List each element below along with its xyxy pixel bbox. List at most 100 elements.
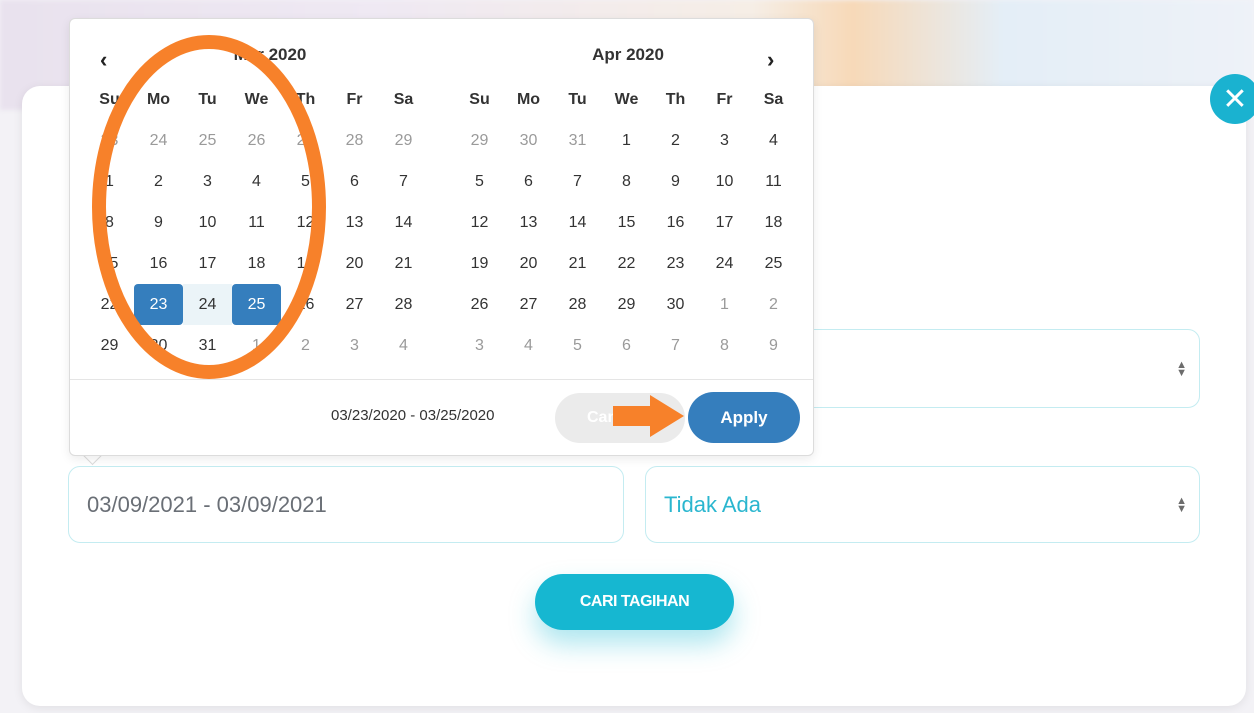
calendar-day[interactable]: 16 — [651, 202, 700, 243]
calendar-day[interactable]: 15 — [85, 243, 134, 284]
calendar-day[interactable]: 9 — [134, 202, 183, 243]
weekday-header: Tu — [568, 90, 587, 108]
chevron-left-icon[interactable]: ‹ — [100, 47, 107, 73]
status-select[interactable]: Tidak Ada ▲ ▼ — [645, 466, 1200, 543]
calendar-day[interactable]: 10 — [700, 161, 749, 202]
weekday-header: Sa — [763, 90, 784, 108]
calendar-day[interactable]: 1 — [602, 120, 651, 161]
weekday-header: We — [614, 90, 639, 108]
calendar-day[interactable]: 20 — [504, 243, 553, 284]
calendar-day[interactable]: 19 — [455, 243, 504, 284]
calendar-day[interactable]: 22 — [602, 243, 651, 284]
calendar-day[interactable]: 26 — [455, 284, 504, 325]
month-title-left: Mar 2020 — [233, 45, 307, 64]
calendar-day[interactable]: 5 — [553, 325, 602, 366]
calendar-day[interactable]: 26 — [281, 284, 330, 325]
close-button[interactable]: ✕ — [1210, 74, 1254, 124]
calendar-day[interactable]: 7 — [651, 325, 700, 366]
calendar-day[interactable]: 30 — [504, 120, 553, 161]
calendar-day[interactable]: 14 — [379, 202, 428, 243]
date-range-value: 03/09/2021 - 03/09/2021 — [87, 491, 327, 517]
calendar-day[interactable]: 3 — [330, 325, 379, 366]
calendar-day[interactable]: 5 — [455, 161, 504, 202]
calendar-day[interactable]: 1 — [85, 161, 134, 202]
calendar-day[interactable]: 13 — [330, 202, 379, 243]
calendar-day[interactable]: 12 — [281, 202, 330, 243]
calendar-day[interactable]: 30 — [134, 325, 183, 366]
sort-arrows-icon: ▲ ▼ — [1176, 358, 1187, 379]
calendar-day[interactable]: 4 — [749, 120, 798, 161]
calendar-day[interactable]: 19 — [281, 243, 330, 284]
calendar-day[interactable]: 13 — [504, 202, 553, 243]
calendar-day[interactable]: 26 — [232, 120, 281, 161]
calendar-day[interactable]: 3 — [183, 161, 232, 202]
calendar-day[interactable]: 9 — [749, 325, 798, 366]
date-range-input[interactable]: 03/09/2021 - 03/09/2021 — [68, 466, 624, 543]
calendar-day[interactable]: 9 — [651, 161, 700, 202]
calendar-day[interactable]: 30 — [651, 284, 700, 325]
calendar-day[interactable]: 27 — [281, 120, 330, 161]
chevron-right-icon[interactable]: › — [767, 47, 774, 73]
calendar-day[interactable]: 24 — [700, 243, 749, 284]
calendar-day[interactable]: 4 — [232, 161, 281, 202]
calendar-day[interactable]: 12 — [455, 202, 504, 243]
calendar-day[interactable]: 6 — [602, 325, 651, 366]
calendar-day[interactable]: 31 — [183, 325, 232, 366]
calendar-day[interactable]: 29 — [85, 325, 134, 366]
calendar-day[interactable]: 2 — [281, 325, 330, 366]
apply-button[interactable]: Apply — [688, 392, 800, 443]
calendar-day[interactable]: 4 — [379, 325, 428, 366]
calendar-day[interactable]: 25 — [183, 120, 232, 161]
calendar-day[interactable]: 4 — [504, 325, 553, 366]
calendar-day[interactable]: 18 — [749, 202, 798, 243]
calendar-day[interactable]: 29 — [602, 284, 651, 325]
calendar-day[interactable]: 17 — [183, 243, 232, 284]
calendar-day[interactable]: 21 — [553, 243, 602, 284]
calendar-day[interactable]: 2 — [651, 120, 700, 161]
calendar-day[interactable]: 7 — [379, 161, 428, 202]
calendar-day-selected[interactable]: 25 — [232, 284, 281, 325]
calendar-day[interactable]: 28 — [330, 120, 379, 161]
calendar-day[interactable]: 23 — [85, 120, 134, 161]
calendar-day[interactable]: 6 — [330, 161, 379, 202]
calendar-day[interactable]: 27 — [504, 284, 553, 325]
calendar-day[interactable]: 29 — [455, 120, 504, 161]
calendar-day[interactable]: 1 — [700, 284, 749, 325]
calendar-day[interactable]: 7 — [553, 161, 602, 202]
calendar-day[interactable]: 8 — [700, 325, 749, 366]
cancel-button[interactable]: Cancel — [555, 393, 685, 443]
calendar-day[interactable]: 2 — [749, 284, 798, 325]
calendar-day-selected[interactable]: 23 — [134, 284, 183, 325]
calendar-day[interactable]: 8 — [602, 161, 651, 202]
calendar-day[interactable]: 29 — [379, 120, 428, 161]
calendar-day[interactable]: 16 — [134, 243, 183, 284]
calendar-day[interactable]: 23 — [651, 243, 700, 284]
calendar-day[interactable]: 31 — [553, 120, 602, 161]
calendar-day[interactable]: 20 — [330, 243, 379, 284]
calendar-day[interactable]: 11 — [232, 202, 281, 243]
calendar-day[interactable]: 3 — [700, 120, 749, 161]
calendar-day[interactable]: 5 — [281, 161, 330, 202]
calendar-day[interactable]: 6 — [504, 161, 553, 202]
calendar-day[interactable]: 3 — [455, 325, 504, 366]
status-select-value: Tidak Ada — [664, 491, 762, 517]
calendar-day[interactable]: 27 — [330, 284, 379, 325]
calendar-day[interactable]: 28 — [553, 284, 602, 325]
search-bill-button[interactable]: CARI TAGIHAN — [535, 574, 734, 630]
calendar-day[interactable]: 18 — [232, 243, 281, 284]
calendar-day[interactable]: 24 — [134, 120, 183, 161]
calendar-day[interactable]: 22 — [85, 284, 134, 325]
weekday-header: Fr — [346, 90, 363, 108]
calendar-day[interactable]: 15 — [602, 202, 651, 243]
calendar-day[interactable]: 14 — [553, 202, 602, 243]
calendar-day[interactable]: 21 — [379, 243, 428, 284]
calendar-day[interactable]: 1 — [232, 325, 281, 366]
calendar-day[interactable]: 10 — [183, 202, 232, 243]
calendar-day[interactable]: 28 — [379, 284, 428, 325]
calendar-day[interactable]: 24 — [183, 284, 232, 325]
calendar-day[interactable]: 17 — [700, 202, 749, 243]
calendar-day[interactable]: 11 — [749, 161, 798, 202]
calendar-day[interactable]: 25 — [749, 243, 798, 284]
calendar-day[interactable]: 2 — [134, 161, 183, 202]
calendar-day[interactable]: 8 — [85, 202, 134, 243]
